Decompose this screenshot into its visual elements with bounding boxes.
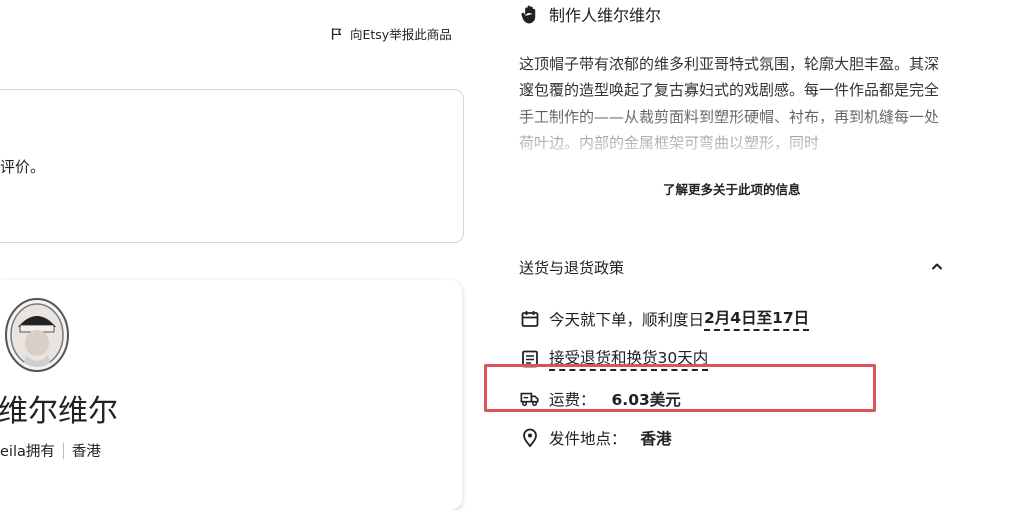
origin-value: 香港: [640, 430, 672, 448]
delivery-row: 今天就下单，顺利度日 2月4日至17日: [519, 306, 810, 331]
policy-section-title[interactable]: 送货与退货政策: [519, 257, 624, 278]
shop-meta: eila拥有 香港: [0, 440, 101, 461]
origin-row: 发件地点： 香港: [519, 427, 672, 449]
location-pin-icon: [519, 427, 541, 449]
report-item-link[interactable]: 向Etsy举报此商品: [330, 24, 452, 43]
flag-icon: [331, 27, 342, 40]
calendar-icon: [519, 308, 541, 330]
delivery-prefix: 今天就下单，顺利度日: [549, 310, 705, 329]
maker-label: 制作人维尔维尔: [549, 6, 662, 25]
shop-location: 香港: [71, 444, 101, 460]
shipping-highlight-box: [484, 364, 876, 412]
chevron-up-icon[interactable]: [929, 258, 945, 274]
review-text: 评价。: [0, 158, 46, 176]
hand-wave-icon: [521, 5, 536, 24]
review-card: [0, 89, 464, 243]
meta-divider: [62, 442, 64, 459]
item-description: 这顶帽子带有浓郁的维多利亚哥特式氛围，轮廓大胆丰盈。其深邃包覆的造型唤起了复古寡…: [519, 55, 940, 152]
origin-label: 发件地点：: [549, 430, 627, 448]
report-label: 向Etsy举报此商品: [350, 27, 452, 42]
shop-name[interactable]: 维尔维尔: [0, 386, 118, 430]
shop-avatar[interactable]: [4, 297, 70, 373]
maker-row: 制作人维尔维尔: [519, 2, 661, 26]
delivery-dates[interactable]: 2月4日至17日: [704, 306, 810, 331]
shop-owner: eila拥有: [0, 444, 55, 460]
learn-more-button[interactable]: 了解更多关于此项的信息: [663, 179, 801, 198]
